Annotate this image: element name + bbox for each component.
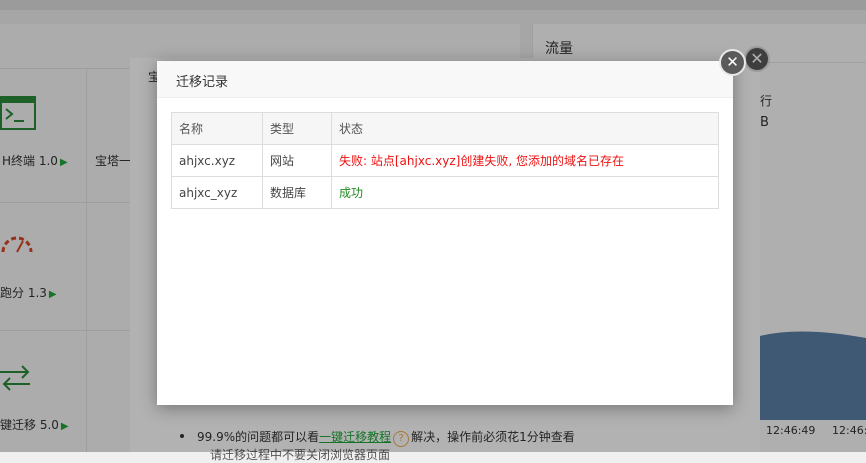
cell-name: ahjxc.xyz — [171, 144, 263, 177]
column-header-status: 状态 — [331, 112, 719, 145]
column-header-type: 类型 — [262, 112, 332, 145]
cell-status-success: 成功 — [331, 176, 719, 209]
migration-log-dialog: 迁移记录 ✕ 名称 类型 状态 ahjxc.xyz 网站 失败: 站点[ahjx… — [157, 49, 746, 405]
cell-name: ahjxc_xyz — [171, 176, 263, 209]
column-header-name: 名称 — [171, 112, 263, 145]
table-row: ahjxc_xyz 数据库 成功 — [171, 176, 719, 209]
table-header-row: 名称 类型 状态 — [171, 112, 719, 145]
cell-status-failed: 失败: 站点[ahjxc.xyz]创建失败, 您添加的域名已存在 — [331, 144, 719, 177]
dialog-title: 迁移记录 — [176, 75, 229, 90]
cell-type: 数据库 — [262, 176, 332, 209]
migration-log-table: 名称 类型 状态 ahjxc.xyz 网站 失败: 站点[ahjxc.xyz]创… — [171, 112, 719, 209]
table-row: ahjxc.xyz 网站 失败: 站点[ahjxc.xyz]创建失败, 您添加的… — [171, 144, 719, 177]
cell-type: 网站 — [262, 144, 332, 177]
dialog-header: 迁移记录 — [157, 61, 733, 98]
close-icon[interactable]: ✕ — [719, 49, 746, 76]
